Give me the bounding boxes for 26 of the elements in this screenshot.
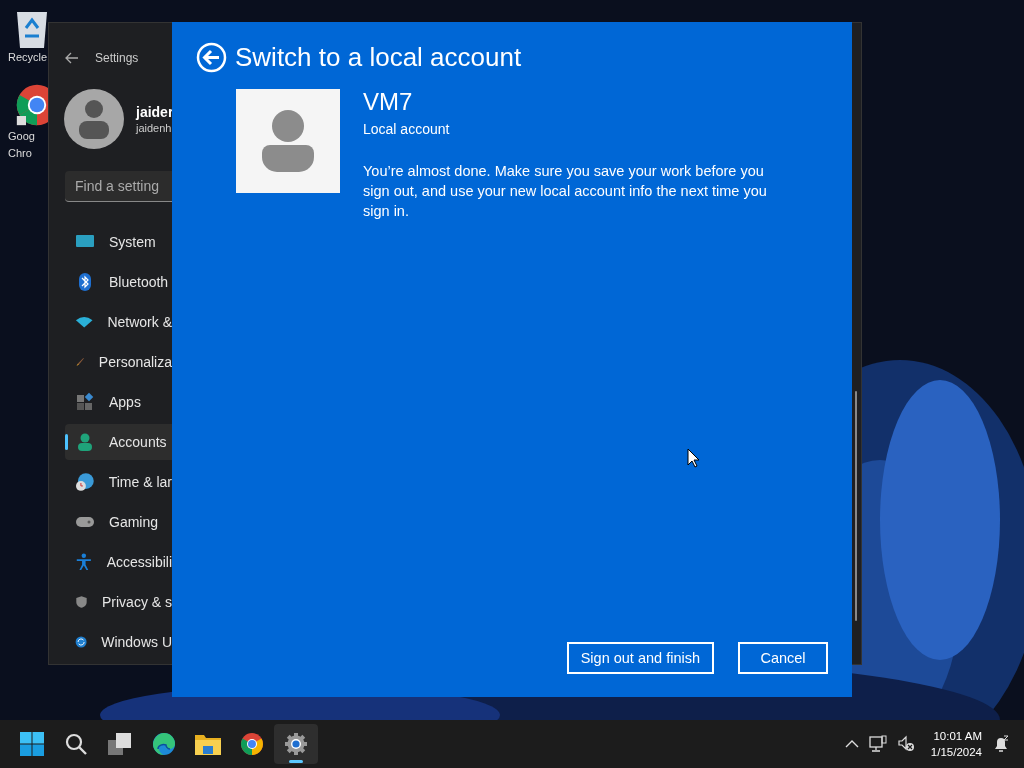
message: You’re almost done. Make sure you save your work before you sign out, and use your new local account info the next time you sign in. xyxy=(363,162,768,221)
window-title: Settings xyxy=(95,51,139,65)
desktop-icon-label: Chro xyxy=(8,146,32,161)
nav-item[interactable]: Bluetooth xyxy=(65,264,172,300)
desktop-icon-label: Goog xyxy=(8,129,35,144)
dialog-button[interactable]: Cancel xyxy=(738,642,828,674)
nav-item[interactable]: Network & xyxy=(65,304,172,340)
user-email: jaidenh xyxy=(136,122,173,134)
nav-item[interactable]: Accessibili xyxy=(65,544,172,580)
dialog-button[interactable]: Sign out and finish xyxy=(566,642,714,674)
nav-item[interactable]: Accounts xyxy=(65,424,172,460)
nav-item[interactable]: System xyxy=(65,224,172,260)
desktop-icon-label: Recycle xyxy=(8,50,48,65)
nav-item[interactable]: Time & lar xyxy=(65,464,172,500)
account-type: Local account xyxy=(363,121,451,137)
nav-item[interactable]: Apps xyxy=(65,384,172,420)
nav-item[interactable]: Gaming xyxy=(65,504,172,540)
nav-item[interactable]: Privacy & s xyxy=(65,584,172,620)
user-name: jaider xyxy=(136,104,174,120)
search-field[interactable]: Find a setting xyxy=(65,171,172,202)
nav-item[interactable]: Windows U xyxy=(65,624,172,660)
nav-item[interactable]: Personaliza xyxy=(65,344,172,380)
account-name: VM7 xyxy=(363,89,414,115)
clock-time[interactable]: 10:01 AM xyxy=(933,728,982,744)
dialog-title: Switch to a local account xyxy=(235,42,522,73)
clock-date[interactable]: 1/15/2024 xyxy=(930,744,982,760)
